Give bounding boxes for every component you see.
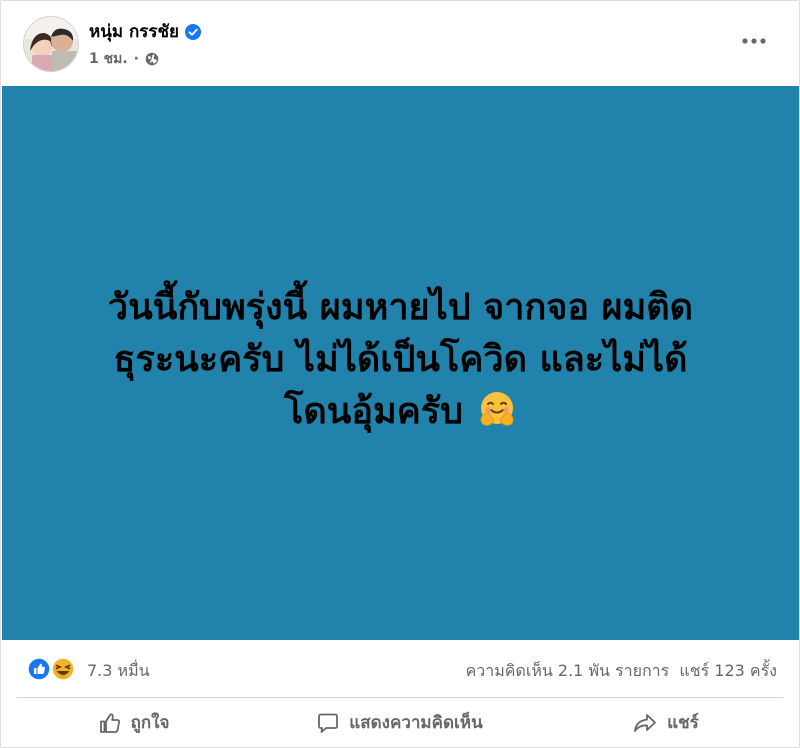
share-button[interactable]: แชร์	[533, 698, 799, 747]
share-label: แชร์	[667, 713, 699, 733]
hugging-face-emoji-icon	[477, 389, 517, 444]
meta-separator: ·	[133, 51, 139, 67]
like-label: ถูกใจ	[130, 713, 170, 733]
post-timestamp[interactable]: 1 ชม.	[89, 48, 128, 70]
author-avatar[interactable]	[23, 16, 79, 72]
comment-button[interactable]: แสดงความคิดเห็น	[267, 698, 533, 747]
author-row: หนุ่ม กรรชัย	[89, 18, 202, 45]
author-name[interactable]: หนุ่ม กรรชัย	[89, 18, 179, 45]
status-line-last: โดนอุ้มครับ	[41, 386, 761, 444]
verified-badge-icon	[185, 23, 202, 40]
status-text: วันนี้กับพรุ่งนี้ ผมหายไป จากจอ ผมติด ธุ…	[41, 282, 761, 444]
like-button[interactable]: ถูกใจ	[1, 698, 267, 747]
post-header: หนุ่ม กรรชัย 1 ชม. ·	[1, 1, 799, 86]
haha-icon	[51, 657, 75, 681]
like-icon	[27, 657, 51, 681]
comment-label: แสดงความคิดเห็น	[349, 713, 483, 733]
status-background: วันนี้กับพรุ่งนี้ ผมหายไป จากจอ ผมติด ธุ…	[2, 86, 799, 640]
status-line: โดนอุ้มครับ	[284, 391, 463, 432]
post-card: หนุ่ม กรรชัย 1 ชม. · วันนี้กับพรุ่งนี้ ผ…	[0, 0, 800, 748]
comment-bubble-icon	[318, 713, 339, 733]
action-bar: ถูกใจ แสดงความคิดเห็น แชร์	[1, 698, 799, 747]
status-line: วันนี้กับพรุ่งนี้ ผมหายไป จากจอ ผมติด	[107, 287, 694, 328]
post-meta: 1 ชม. ·	[89, 48, 159, 70]
reaction-count[interactable]: 7.3 หมื่น	[87, 659, 150, 684]
more-options-button[interactable]	[739, 29, 769, 53]
status-line: ธุระนะครับ ไม่ได้เป็นโควิด และไม่ได้	[113, 339, 688, 380]
globe-icon[interactable]	[145, 52, 159, 66]
share-arrow-icon	[634, 713, 657, 732]
reactions-summary: 7.3 หมื่น ความคิดเห็น 2.1 พัน รายการ แชร…	[1, 641, 799, 697]
reaction-icons[interactable]	[27, 657, 81, 681]
more-options-icon	[742, 38, 766, 44]
comment-share-count[interactable]: ความคิดเห็น 2.1 พัน รายการ แชร์ 123 ครั้…	[466, 659, 777, 684]
thumbs-up-icon	[99, 712, 120, 733]
